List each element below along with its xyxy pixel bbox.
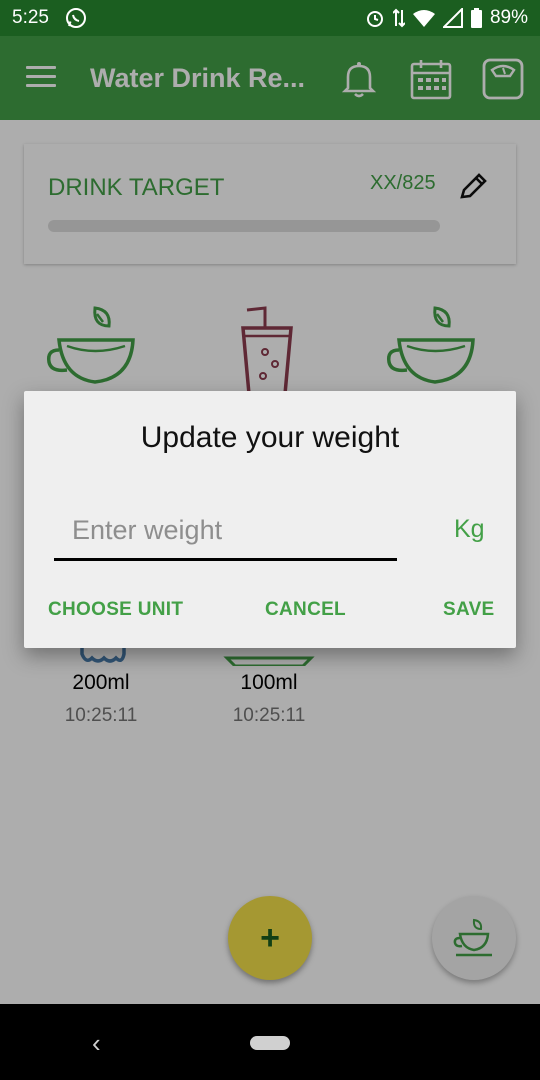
back-icon[interactable]: ‹ [92, 1028, 101, 1059]
whatsapp-icon [65, 7, 87, 29]
system-nav-bar: ‹ [0, 1004, 540, 1080]
home-pill[interactable] [250, 1036, 290, 1050]
alarm-icon [365, 8, 385, 28]
save-button[interactable]: SAVE [443, 599, 495, 621]
dialog-title: Update your weight [140, 421, 400, 454]
signal-icon [442, 8, 463, 28]
wifi-icon [412, 9, 435, 27]
battery-icon [470, 8, 482, 28]
status-time: 5:25 [12, 7, 49, 28]
choose-unit-button[interactable]: CHOOSE UNIT [48, 599, 183, 621]
data-arrows-icon [392, 8, 405, 28]
update-weight-dialog: Update your weight Kg CHOOSE UNIT CANCEL… [24, 391, 516, 648]
cancel-button[interactable]: CANCEL [265, 599, 346, 621]
weight-input[interactable] [54, 503, 397, 561]
battery-percent: 89% [489, 7, 528, 28]
status-bar: 5:25 89% [0, 0, 540, 36]
unit-label: Kg [454, 515, 485, 543]
